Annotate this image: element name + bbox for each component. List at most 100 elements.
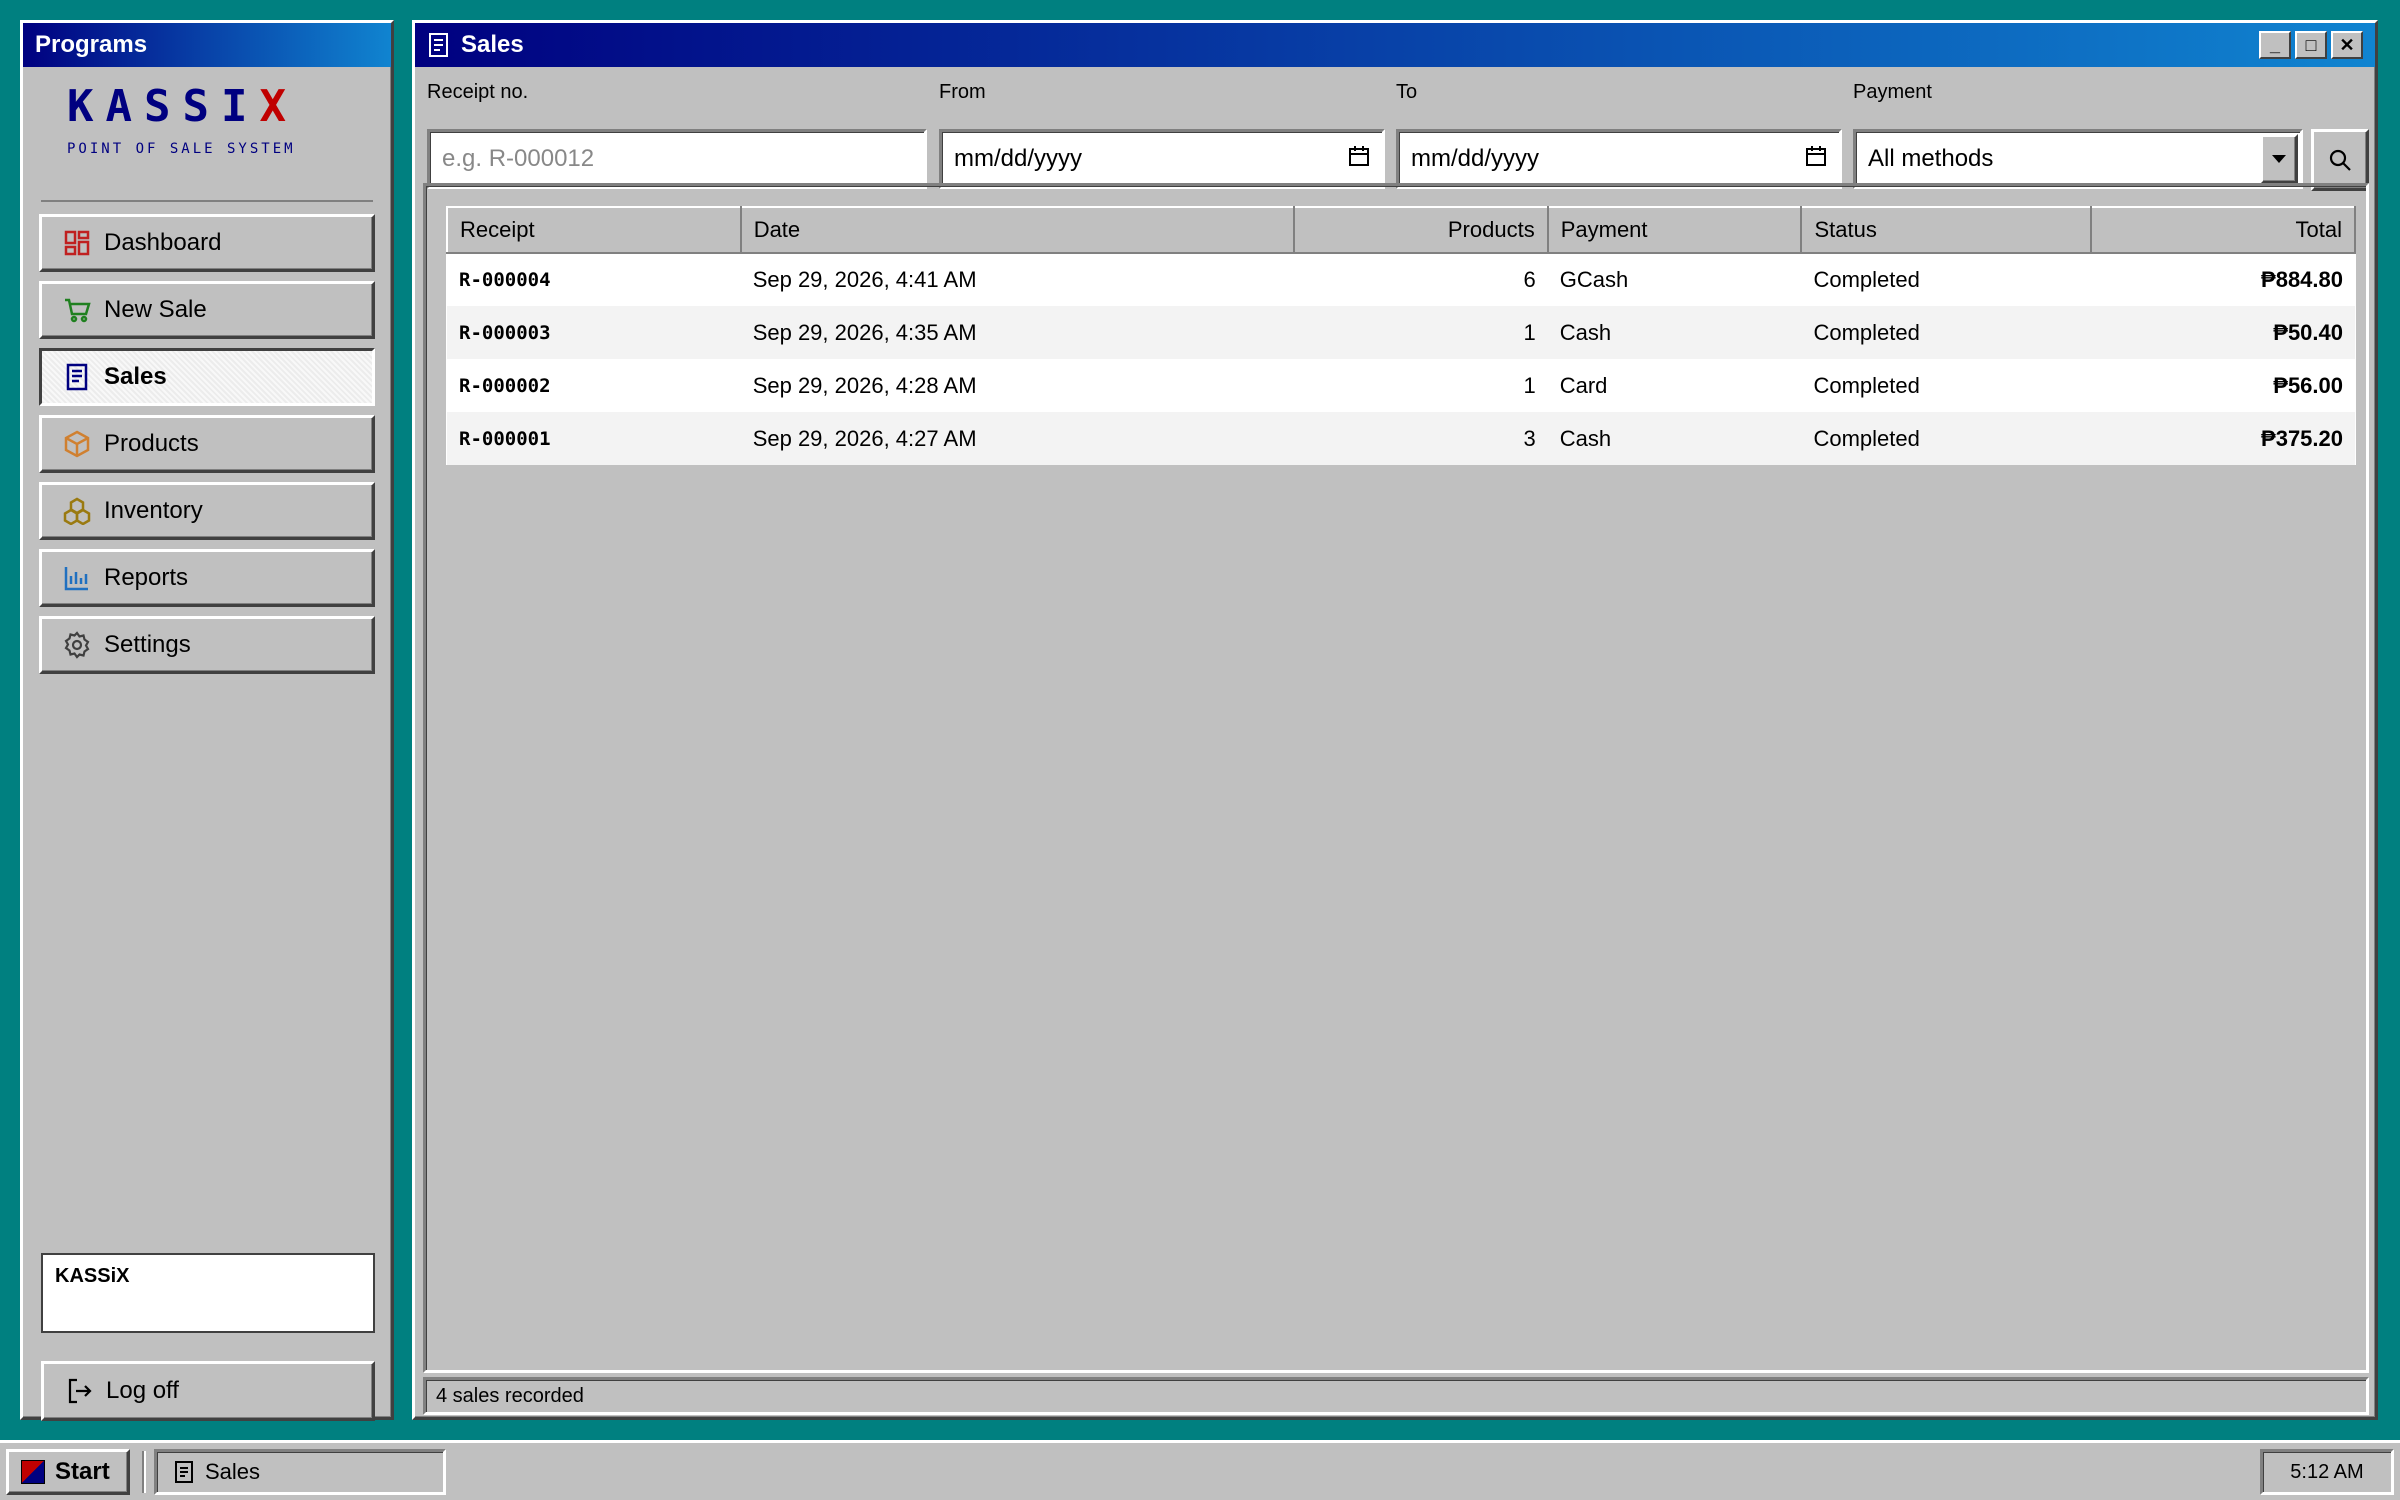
- bar-chart-icon: [62, 563, 92, 593]
- stack-icon: [62, 496, 92, 526]
- to-label: To: [1396, 81, 1418, 103]
- logo-subtitle: POINT OF SALE SYSTEM: [67, 141, 296, 157]
- sidebar-item-inventory[interactable]: Inventory: [39, 482, 375, 540]
- programs-titlebar: Programs: [23, 23, 391, 67]
- cell-total: ₱50.40: [2091, 306, 2355, 359]
- system-clock: 5:12 AM: [2260, 1449, 2394, 1495]
- kassix-logo: KASSIX POINT OF SALE SYSTEM: [41, 67, 373, 202]
- taskbar: Start Sales 5:12 AM: [0, 1440, 2400, 1500]
- calendar-icon[interactable]: [1805, 145, 1827, 174]
- column-header-payment[interactable]: Payment: [1546, 206, 1803, 254]
- log-off-label: Log off: [106, 1377, 179, 1404]
- start-flag-icon: [21, 1460, 45, 1484]
- box-icon: [62, 429, 92, 459]
- cell-date: Sep 29, 2026, 4:28 AM: [752, 372, 977, 398]
- sidebar-item-settings[interactable]: Settings: [39, 616, 375, 674]
- cart-icon: [62, 295, 92, 325]
- log-off-button[interactable]: Log off: [41, 1361, 375, 1421]
- logout-icon: [66, 1377, 94, 1405]
- column-header-total[interactable]: Total: [2090, 206, 2356, 254]
- sales-titlebar: Sales _ □ ✕: [415, 23, 2375, 67]
- taskbar-separator: [142, 1451, 146, 1493]
- start-label: Start: [55, 1458, 110, 1485]
- cell-date: Sep 29, 2026, 4:35 AM: [740, 306, 1294, 359]
- cell-receipt: R-000004: [459, 269, 551, 291]
- close-button[interactable]: ✕: [2331, 31, 2363, 59]
- taskbar-item-sales[interactable]: Sales: [154, 1449, 446, 1495]
- cell-products: 3: [1293, 412, 1548, 465]
- cell-date: Sep 29, 2026, 4:41 AM: [752, 267, 977, 292]
- user-box: KASSiX: [41, 1253, 375, 1333]
- filter-bar: Receipt no. e.g. R-000012 From mm/dd/yyy…: [415, 67, 2375, 191]
- search-button[interactable]: [2311, 129, 2369, 191]
- gear-icon: [62, 630, 92, 660]
- sidebar-item-dashboard[interactable]: Dashboard: [39, 214, 375, 272]
- sidebar-item-label: Inventory: [104, 497, 203, 524]
- maximize-button[interactable]: □: [2295, 31, 2327, 59]
- cell-status: Completed: [1801, 306, 2092, 359]
- table-header-row: Receipt Date Products Payment Status Tot…: [446, 206, 2356, 254]
- sales-table: Receipt Date Products Payment Status Tot…: [446, 206, 2356, 465]
- window-controls: _ □ ✕: [2259, 31, 2363, 59]
- cell-receipt: R-000002: [459, 374, 551, 397]
- sidebar-item-label: Sales: [104, 363, 167, 390]
- clock-time: 5:12 AM: [2290, 1460, 2364, 1483]
- status-bar: 4 sales recorded: [423, 1377, 2369, 1415]
- start-button[interactable]: Start: [6, 1449, 130, 1495]
- column-header-status[interactable]: Status: [1800, 206, 2093, 254]
- programs-title: Programs: [35, 31, 148, 58]
- from-label: From: [939, 81, 986, 103]
- cell-total: ₱56.00: [2273, 372, 2343, 398]
- calendar-icon[interactable]: [1348, 145, 1370, 174]
- receipt-icon: [173, 1460, 195, 1484]
- sidebar-item-reports[interactable]: Reports: [39, 549, 375, 607]
- cell-payment: Card: [1559, 372, 1608, 398]
- receipt-label: Receipt no.: [427, 81, 529, 103]
- table-row[interactable]: R-000003 Sep 29, 2026, 4:35 AM 1 Cash Co…: [447, 306, 2355, 359]
- sidebar-item-label: New Sale: [104, 296, 207, 323]
- payment-select[interactable]: All methods: [1853, 129, 2303, 189]
- programs-panel: Programs KASSIX POINT OF SALE SYSTEM Das…: [20, 20, 394, 1421]
- cell-receipt: R-000001: [447, 412, 741, 465]
- to-date-value: mm/dd/yyyy: [1411, 145, 1540, 172]
- sidebar-nav: Dashboard New Sale Sales Products Invent…: [23, 202, 391, 674]
- table-row[interactable]: R-000002 Sep 29, 2026, 4:28 AM 1 Card Co…: [447, 359, 2355, 412]
- column-header-date[interactable]: Date: [739, 206, 1295, 254]
- window-title: Sales: [461, 31, 524, 58]
- cell-status: Completed: [1813, 372, 1920, 398]
- user-name: KASSiX: [55, 1265, 130, 1287]
- sidebar-item-label: Settings: [104, 631, 191, 658]
- column-header-receipt[interactable]: Receipt: [446, 206, 742, 254]
- cell-products: 6: [1523, 267, 1536, 292]
- minimize-button[interactable]: _: [2259, 31, 2291, 59]
- receipt-icon: [62, 362, 92, 392]
- payment-selected-value: All methods: [1868, 145, 1994, 172]
- cell-payment: Cash: [1547, 412, 1802, 465]
- from-date-input[interactable]: mm/dd/yyyy: [939, 129, 1385, 189]
- cell-status: Completed: [1801, 412, 2092, 465]
- dashboard-icon: [62, 228, 92, 258]
- receipt-input[interactable]: e.g. R-000012: [427, 129, 927, 189]
- to-date-input[interactable]: mm/dd/yyyy: [1396, 129, 1842, 189]
- cell-payment: Cash: [1547, 306, 1802, 359]
- sidebar-item-products[interactable]: Products: [39, 415, 375, 473]
- sales-window: Sales _ □ ✕ Receipt no. e.g. R-000012 Fr…: [412, 20, 2378, 1420]
- sales-list-panel: Receipt Date Products Payment Status Tot…: [423, 183, 2369, 1373]
- cell-total: ₱884.80: [2261, 267, 2343, 292]
- payment-label: Payment: [1853, 81, 1932, 103]
- from-date-value: mm/dd/yyyy: [954, 145, 1083, 172]
- sidebar-item-label: Dashboard: [104, 229, 222, 256]
- sidebar-item-sales[interactable]: Sales: [39, 348, 375, 406]
- column-header-products[interactable]: Products: [1292, 206, 1549, 254]
- sidebar-item-label: Reports: [104, 564, 189, 591]
- receipt-placeholder: e.g. R-000012: [442, 145, 595, 172]
- sidebar-item-new-sale[interactable]: New Sale: [39, 281, 375, 339]
- logo-wordmark: KASSIX: [67, 81, 298, 132]
- search-icon: [2327, 147, 2353, 173]
- table-row[interactable]: R-000001 Sep 29, 2026, 4:27 AM 3 Cash Co…: [447, 412, 2355, 465]
- table-row[interactable]: R-000004 Sep 29, 2026, 4:41 AM 6 GCash C…: [447, 253, 2355, 306]
- status-text: 4 sales recorded: [436, 1384, 584, 1407]
- chevron-down-icon[interactable]: [2260, 134, 2298, 184]
- window-receipt-icon: [427, 32, 451, 58]
- cell-total: ₱375.20: [2091, 412, 2355, 465]
